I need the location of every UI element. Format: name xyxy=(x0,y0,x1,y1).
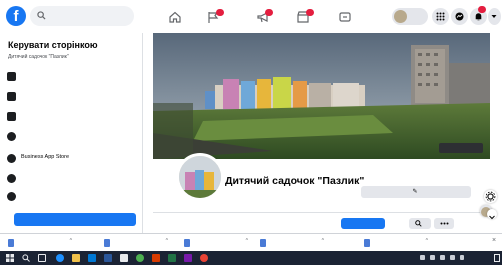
onenote-icon[interactable] xyxy=(184,254,192,262)
language-icon[interactable] xyxy=(450,255,455,260)
cover-photo-image xyxy=(153,33,490,159)
chevron-up-icon[interactable]: ^ xyxy=(70,238,72,244)
notification-badge xyxy=(306,9,314,16)
house-icon xyxy=(7,72,16,81)
volume-icon[interactable] xyxy=(440,255,445,260)
notification-badge xyxy=(265,9,273,16)
profile-picture[interactable] xyxy=(176,153,224,201)
file-icon xyxy=(184,239,190,247)
chrome-icon[interactable] xyxy=(136,254,144,262)
chevron-up-icon[interactable]: ^ xyxy=(322,238,324,244)
tab-divider xyxy=(153,212,490,213)
chat-icon xyxy=(7,132,16,141)
grid-menu-icon xyxy=(436,12,445,21)
manage-page-sidebar: Керувати сторінкою Дитячий садочок "Пазл… xyxy=(0,33,143,233)
settings-button[interactable] xyxy=(484,190,497,203)
network-icon[interactable] xyxy=(430,255,435,260)
resources-icon xyxy=(7,174,16,183)
gear-icon xyxy=(485,191,496,202)
search-icon xyxy=(415,220,422,227)
menu-button[interactable] xyxy=(432,8,449,25)
more-dots-icon xyxy=(440,222,449,225)
search-page-button[interactable] xyxy=(409,218,431,229)
windows-start-icon[interactable] xyxy=(6,254,14,262)
chevron-up-icon[interactable]: ^ xyxy=(426,238,428,244)
sidebar-title: Керувати сторінкою xyxy=(8,40,98,50)
account-menu-button[interactable] xyxy=(488,8,501,25)
notification-center-icon[interactable] xyxy=(494,254,500,262)
download-item[interactable]: ^ xyxy=(184,238,248,248)
download-item[interactable]: ^ xyxy=(260,238,324,248)
account-caret-icon xyxy=(491,15,497,18)
lightning-icon xyxy=(7,192,16,201)
chevron-up-icon[interactable]: ^ xyxy=(246,238,248,244)
file-icon xyxy=(364,239,370,247)
sidebar-item-quick-actions[interactable] xyxy=(4,189,138,206)
scroll-toggle-button[interactable] xyxy=(487,209,497,220)
messenger-button[interactable] xyxy=(451,8,468,25)
pencil-icon: ✎ xyxy=(412,189,418,195)
sidebar-item-notifications[interactable] xyxy=(4,109,138,126)
opera-icon[interactable] xyxy=(200,254,208,262)
sidebar-item-business-app-store[interactable]: Business App Store xyxy=(4,151,138,168)
task-view-icon[interactable] xyxy=(38,254,46,262)
cover-photo xyxy=(153,33,490,159)
excel-icon[interactable] xyxy=(168,254,176,262)
home-icon[interactable] xyxy=(168,10,182,24)
file-icon xyxy=(8,239,14,247)
sidebar-item-label: Business App Store xyxy=(21,154,70,160)
facebook-logo[interactable]: f xyxy=(6,6,26,26)
edit-cover-button[interactable] xyxy=(439,143,483,153)
close-icon[interactable]: × xyxy=(492,237,496,244)
file-icon xyxy=(260,239,266,247)
sidebar-item-resources[interactable] xyxy=(4,171,138,188)
file-icon xyxy=(104,239,110,247)
more-options-button[interactable] xyxy=(434,218,454,229)
download-item[interactable]: ^ xyxy=(104,238,168,248)
download-item[interactable]: ^ xyxy=(364,238,428,248)
windows-taskbar xyxy=(0,251,502,265)
news-icon xyxy=(7,92,16,101)
avatar xyxy=(394,10,407,23)
edit-page-info-button[interactable]: ✎ xyxy=(361,186,471,198)
promote-button[interactable] xyxy=(14,213,136,226)
gaming-icon[interactable] xyxy=(338,10,352,24)
chevron-down-icon xyxy=(489,215,495,220)
sidebar-page-subtitle: Дитячий садочок "Пазлик" xyxy=(8,54,69,60)
messenger-icon xyxy=(455,12,464,21)
store-icon[interactable] xyxy=(88,254,96,262)
sidebar-item-news-feed[interactable] xyxy=(4,89,138,106)
chevron-up-icon[interactable] xyxy=(420,255,425,260)
page-title: Дитячий садочок "Пазлик" xyxy=(225,175,365,187)
chevron-up-icon[interactable]: ^ xyxy=(166,238,168,244)
account-chip[interactable] xyxy=(392,8,428,25)
promote-button[interactable] xyxy=(341,218,385,229)
edge-browser-icon[interactable] xyxy=(56,254,64,262)
bell-icon xyxy=(7,112,16,121)
powerpoint-icon[interactable] xyxy=(152,254,160,262)
downloads-bar: ^ ^ ^ ^ ^ × xyxy=(0,233,502,252)
download-item[interactable]: ^ xyxy=(8,238,72,248)
file-explorer-icon[interactable] xyxy=(72,254,80,262)
sidebar-item-home[interactable] xyxy=(4,69,138,86)
search-input[interactable] xyxy=(30,6,134,26)
search-icon[interactable] xyxy=(22,254,30,262)
sidebar-item-inbox[interactable] xyxy=(4,129,138,146)
business-icon xyxy=(7,154,16,163)
top-navigation-bar: f xyxy=(0,0,502,33)
mail-icon[interactable] xyxy=(120,254,128,262)
notification-badge xyxy=(478,6,486,13)
profile-picture-image xyxy=(179,156,221,198)
battery-icon[interactable] xyxy=(460,255,464,260)
notification-badge xyxy=(216,9,224,16)
search-icon xyxy=(37,11,46,20)
word-icon[interactable] xyxy=(104,254,112,262)
page-main: Дитячий садочок "Пазлик" ✎ xyxy=(143,33,502,233)
bell-icon xyxy=(475,13,482,21)
